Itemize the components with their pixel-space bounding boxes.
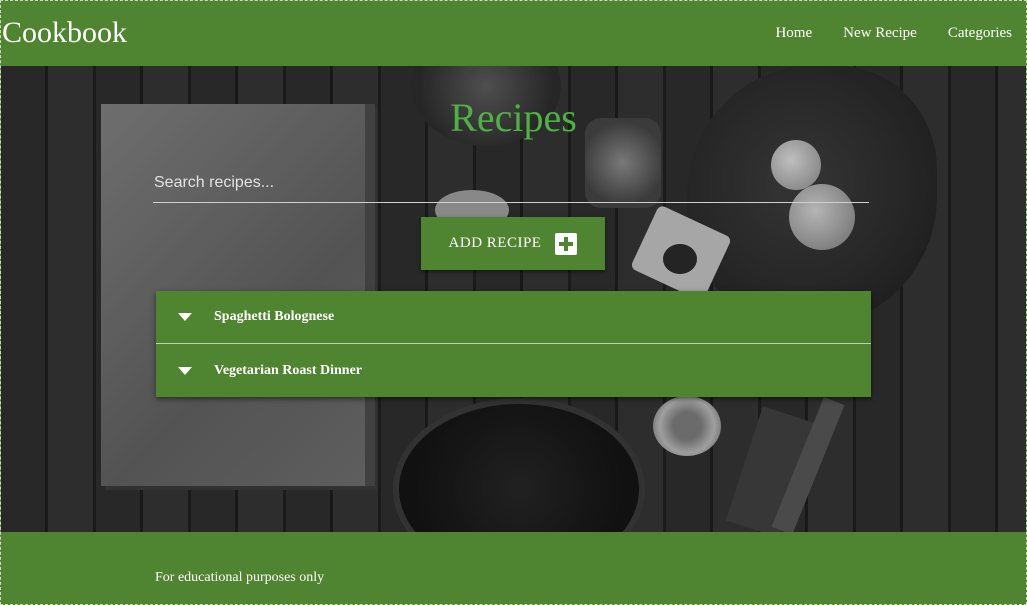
recipe-name: Vegetarian Roast Dinner: [214, 362, 363, 378]
caret-down-icon: [178, 366, 192, 375]
hero-section: Recipes ADD RECIPE Spaghetti Bolognese V…: [1, 66, 1026, 532]
recipe-name: Spaghetti Bolognese: [214, 309, 335, 324]
navbar: Cookbook Home New Recipe Categories: [1, 1, 1026, 66]
nav-link-home[interactable]: Home: [775, 25, 812, 42]
search-field: [153, 166, 869, 203]
recipe-item-spaghetti-bolognese[interactable]: Spaghetti Bolognese: [156, 291, 871, 344]
page-title: Recipes: [450, 95, 577, 140]
footer-divider: [1, 532, 1026, 552]
footer: For educational purposes only: [1, 552, 1026, 604]
footer-text: For educational purposes only: [155, 570, 325, 585]
nav-link-new-recipe[interactable]: New Recipe: [843, 25, 917, 42]
add-recipe-label: ADD RECIPE: [448, 235, 542, 251]
plus-square-icon: [555, 232, 578, 255]
nav-link-categories[interactable]: Categories: [948, 25, 1012, 42]
nav-links: Home New Recipe Categories: [775, 25, 1012, 42]
recipe-list: Spaghetti Bolognese Vegetarian Roast Din…: [156, 291, 871, 397]
search-input[interactable]: [153, 166, 869, 200]
recipe-item-vegetarian-roast-dinner[interactable]: Vegetarian Roast Dinner: [156, 344, 871, 397]
caret-down-icon: [178, 313, 192, 321]
add-recipe-button[interactable]: ADD RECIPE: [421, 217, 605, 270]
brand-logo[interactable]: Cookbook: [2, 15, 127, 51]
